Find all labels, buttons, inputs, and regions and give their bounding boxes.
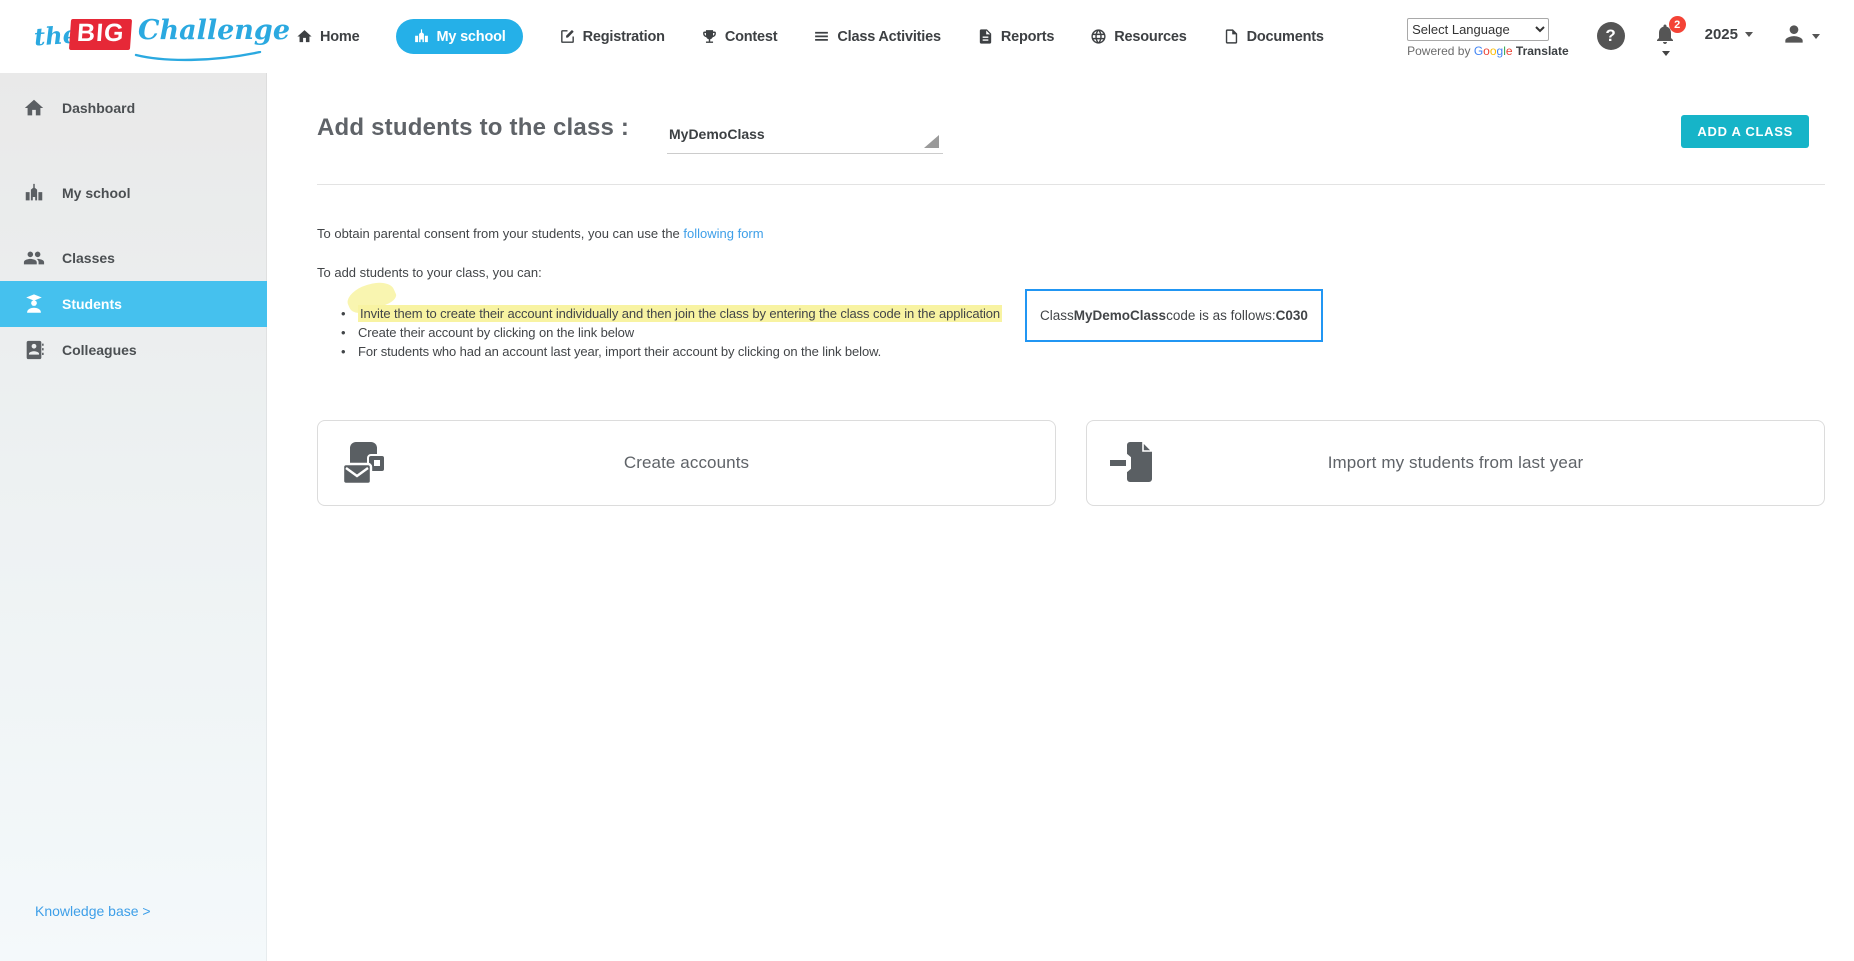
sidebar-item-label: Colleagues: [62, 342, 137, 358]
import-students-card[interactable]: Import my students from last year: [1086, 420, 1825, 506]
help-icon[interactable]: ?: [1596, 22, 1625, 50]
instructions-list: Invite them to create their account indi…: [329, 304, 1003, 361]
school-building-icon: [25, 183, 43, 201]
sidebar: Dashboard My school Classes Students Col…: [0, 73, 267, 961]
notifications-button[interactable]: 2: [1653, 16, 1686, 56]
class-code-box: Class MyDemoClass code is as follows: C0…: [1025, 289, 1323, 342]
nav-item-class-activities[interactable]: Class Activities: [813, 28, 941, 45]
contacts-book-icon: [26, 340, 44, 360]
list-item: For students who had an account last yea…: [329, 342, 1002, 361]
nav-label: Documents: [1246, 28, 1324, 45]
nav-item-resources[interactable]: Resources: [1090, 28, 1187, 45]
trophy-icon: [702, 30, 716, 43]
caret-down-icon: [1812, 34, 1820, 39]
create-accounts-card[interactable]: Create accounts: [317, 420, 1056, 506]
notification-badge: 2: [1668, 16, 1686, 33]
caret-down-icon: [1745, 32, 1753, 37]
year-dropdown[interactable]: 2025: [1705, 26, 1753, 43]
class-code-value: C030: [1275, 308, 1308, 323]
main-content: Add students to the class : MyDemoClass …: [267, 73, 1854, 961]
nav-item-contest[interactable]: Contest: [701, 28, 778, 45]
student-graduate-icon: [26, 294, 42, 313]
google-translate-credit: Powered by Google Translate: [1407, 44, 1569, 58]
caret-down-icon: [1661, 51, 1670, 56]
globe-icon: [1091, 29, 1106, 44]
nav-item-my-school[interactable]: My school: [395, 19, 523, 54]
logo-big-text: BIG: [68, 18, 133, 50]
class-select[interactable]: MyDemoClass: [667, 120, 943, 154]
logo-underline-swash: [134, 50, 262, 61]
topbar-right-controls: Select Language Powered by Google Transl…: [1407, 15, 1820, 58]
big-challenge-logo[interactable]: the BIG Challenge: [33, 11, 290, 63]
year-value: 2025: [1704, 26, 1738, 43]
edit-square-icon: [560, 30, 574, 43]
nav-label: Resources: [1114, 28, 1187, 45]
page-title: Add students to the class :: [317, 114, 630, 141]
card-label: Create accounts: [623, 453, 750, 472]
school-building-icon: [414, 29, 428, 43]
logo-challenge-text: Challenge: [138, 14, 290, 46]
user-avatar-icon: [1785, 25, 1803, 43]
select-triangle-icon: [924, 135, 939, 148]
class-select-value: MyDemoClass: [669, 126, 765, 142]
main-nav: Home My school Registration Contest Clas…: [296, 19, 1324, 54]
nav-label: My school: [436, 28, 506, 45]
nav-label: Registration: [582, 28, 665, 45]
nav-item-documents[interactable]: Documents: [1223, 28, 1324, 45]
sidebar-item-classes[interactable]: Classes: [0, 235, 267, 281]
sidebar-item-dashboard[interactable]: Dashboard: [0, 85, 267, 131]
home-icon: [24, 99, 44, 116]
list-item: Invite them to create their account indi…: [329, 304, 1003, 323]
nav-item-home[interactable]: Home: [296, 28, 360, 45]
nav-item-reports[interactable]: Reports: [977, 28, 1054, 45]
nav-item-registration[interactable]: Registration: [559, 28, 665, 45]
language-select[interactable]: Select Language: [1407, 18, 1550, 41]
add-students-intro: To add students to your class, you can:: [317, 265, 542, 280]
nav-label: Contest: [724, 28, 778, 45]
sidebar-item-label: Students: [62, 296, 122, 312]
user-menu[interactable]: [1781, 21, 1820, 47]
language-translate-block: Select Language Powered by Google Transl…: [1407, 18, 1569, 58]
nav-label: Class Activities: [837, 28, 941, 45]
class-name: MyDemoClass: [1073, 308, 1167, 323]
card-label: Import my students from last year: [1327, 453, 1584, 472]
google-wordmark: Google: [1473, 44, 1513, 58]
sidebar-item-my-school[interactable]: My school: [0, 170, 267, 216]
following-form-link[interactable]: following form: [683, 226, 763, 241]
people-group-icon: [23, 251, 45, 265]
list-lines-icon: [815, 31, 829, 41]
import-students-icon: [1110, 440, 1154, 482]
home-icon: [297, 30, 312, 43]
nav-label: Home: [320, 28, 360, 45]
highlighted-text: Invite them to create their account indi…: [358, 305, 1003, 322]
sidebar-item-label: Classes: [62, 250, 115, 266]
sidebar-item-label: Dashboard: [62, 100, 136, 116]
top-navigation-bar: the BIG Challenge Home My school Registr…: [0, 0, 1854, 73]
report-document-icon: [979, 29, 992, 44]
nav-label: Reports: [1000, 28, 1055, 45]
sidebar-item-colleagues[interactable]: Colleagues: [0, 327, 267, 373]
add-a-class-button[interactable]: ADD A CLASS: [1681, 115, 1809, 148]
header-divider: [317, 184, 1825, 185]
create-accounts-icon: [341, 442, 386, 486]
parental-consent-text: To obtain parental consent from your stu…: [317, 226, 764, 241]
knowledge-base-link[interactable]: Knowledge base >: [35, 903, 151, 919]
file-icon: [1225, 29, 1237, 44]
sidebar-item-label: My school: [62, 185, 131, 201]
list-item: Create their account by clicking on the …: [329, 323, 1002, 342]
sidebar-item-students[interactable]: Students: [0, 281, 267, 327]
